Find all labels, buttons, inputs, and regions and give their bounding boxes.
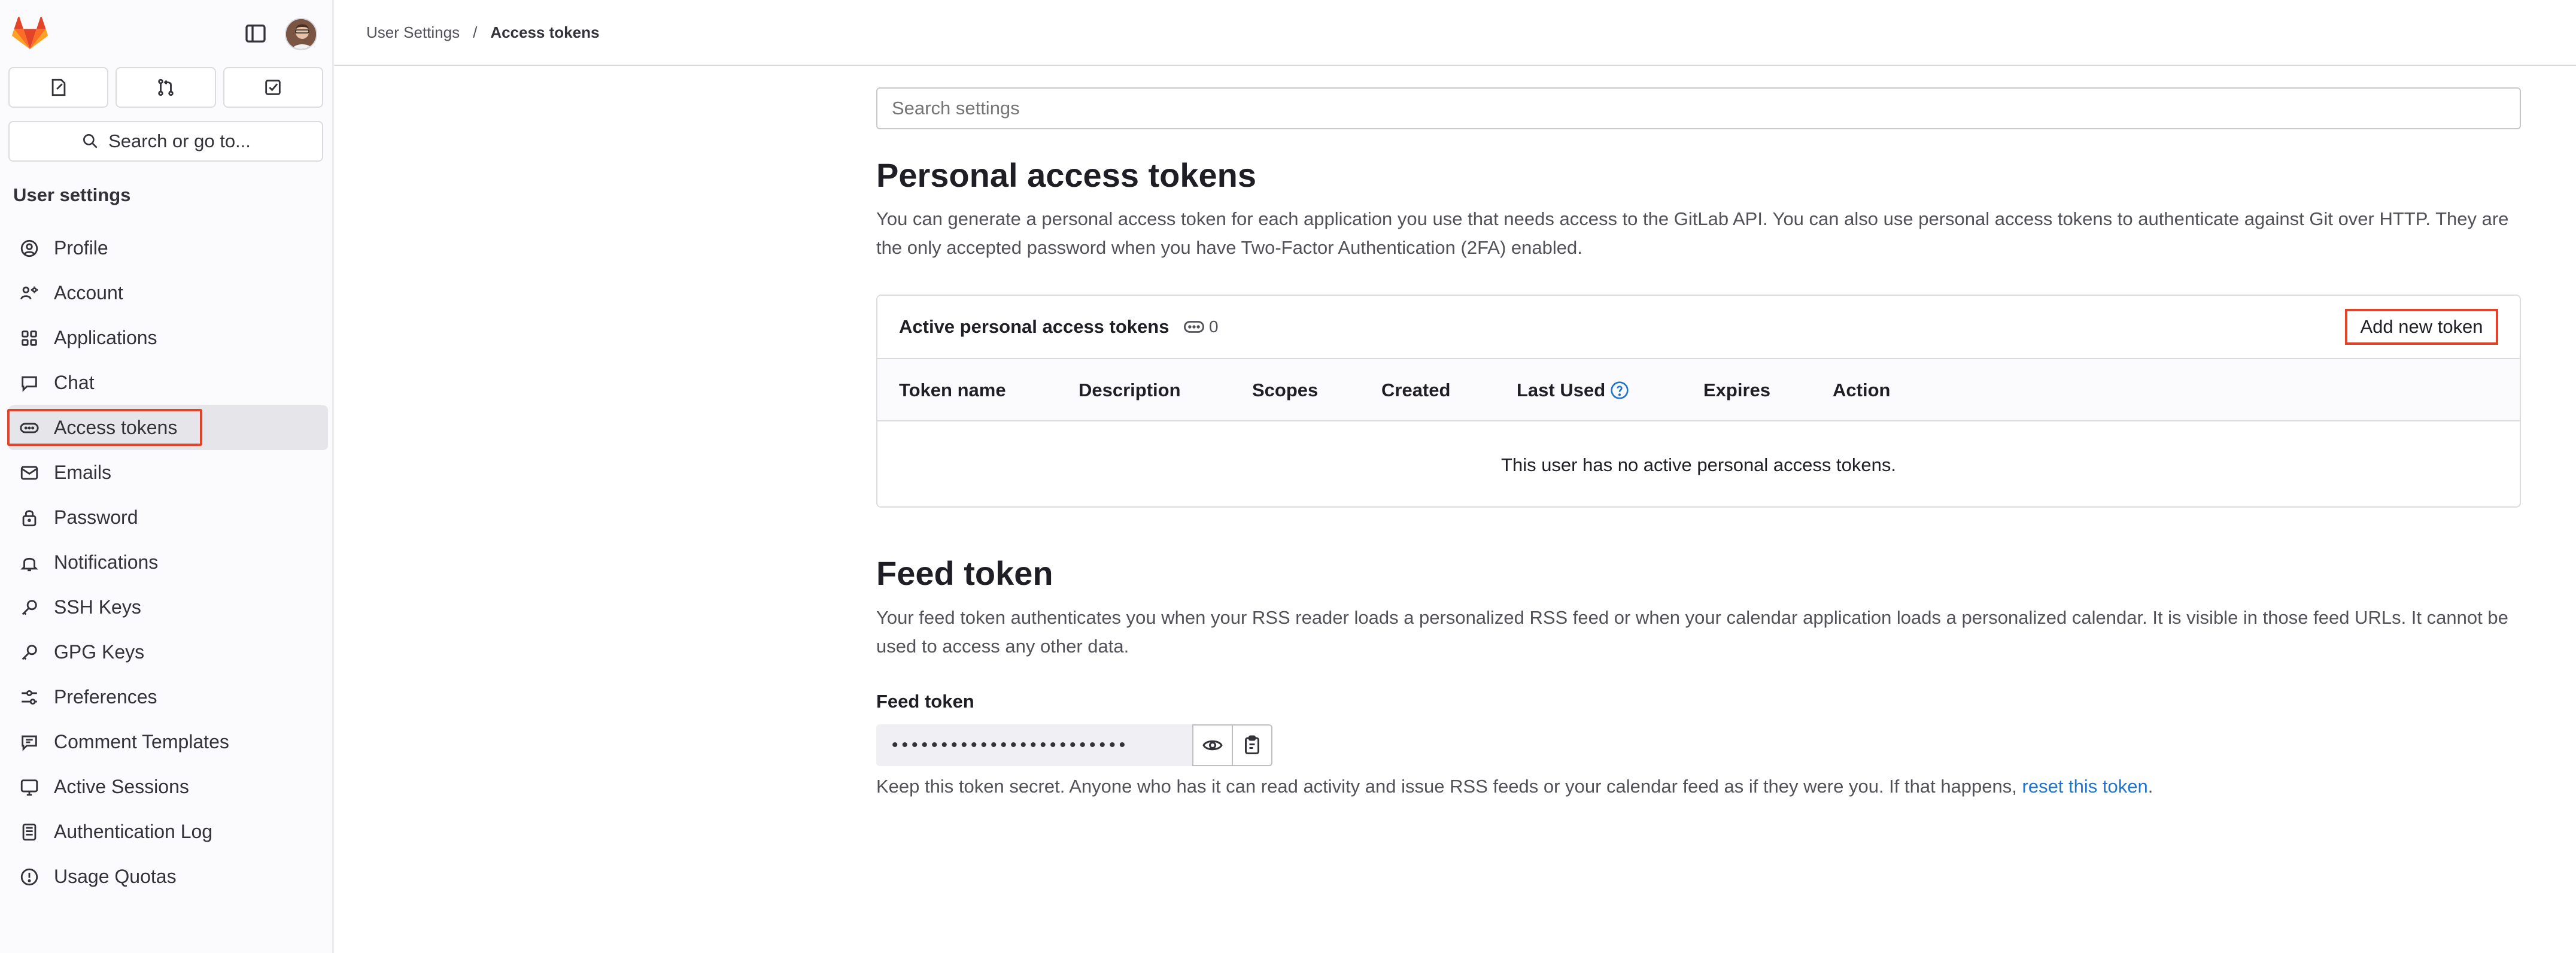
sidebar-item-profile[interactable]: Profile <box>8 226 328 271</box>
search-or-go-button[interactable]: Search or go to... <box>8 121 323 162</box>
merge-requests-button[interactable] <box>116 67 216 108</box>
merge-request-icon <box>158 78 174 96</box>
quick-actions <box>8 67 323 108</box>
add-new-token-button[interactable]: Add new token <box>2345 309 2498 345</box>
feed-token-title: Feed token <box>876 554 1053 592</box>
sidebar-item-usage-quotas[interactable]: Usage Quotas <box>8 854 328 899</box>
sidebar-item-access-tokens[interactable]: Access tokens <box>7 405 328 450</box>
sidebar-item-label: GPG Keys <box>54 641 145 663</box>
gitlab-logo-icon[interactable] <box>12 17 48 50</box>
feed-token-field[interactable]: •••••••••••••••••••••••• <box>876 724 1192 766</box>
sidebar-item-gpg-keys[interactable]: GPG Keys <box>8 630 328 675</box>
search-settings-input[interactable] <box>876 87 2521 129</box>
feed-token-help: Keep this token secret. Anyone who has i… <box>876 776 2153 797</box>
feed-token-label: Feed token <box>876 691 974 712</box>
user-avatar[interactable] <box>285 18 317 50</box>
sidebar-item-label: Authentication Log <box>54 821 213 842</box>
monitor-icon <box>18 776 41 799</box>
lock-icon <box>18 506 41 529</box>
column-header-token-name[interactable]: Token name <box>899 380 1006 401</box>
page-description: You can generate a personal access token… <box>876 208 2509 258</box>
card-header: Active personal access tokens 0 Add new … <box>877 296 2520 359</box>
comment-icon <box>18 731 41 754</box>
breadcrumb: User Settings / Access tokens <box>334 0 2576 66</box>
sidebar-item-label: Preferences <box>54 686 157 708</box>
sidebar-item-label: Chat <box>54 372 95 393</box>
search-icon <box>83 134 98 148</box>
account-icon <box>18 282 41 305</box>
sidebar-item-ssh-keys[interactable]: SSH Keys <box>8 585 328 630</box>
help-text-end: . <box>2147 776 2153 797</box>
sidebar-item-notifications[interactable]: Notifications <box>8 540 328 585</box>
active-tokens-card: Active personal access tokens 0 Add new … <box>876 295 2521 508</box>
sidebar-nav: Profile Account Applications Chat Access… <box>7 226 328 899</box>
key-icon <box>18 596 41 619</box>
sidebar-item-label: Notifications <box>54 551 159 573</box>
empty-state-row: This user has no active personal access … <box>877 421 2520 506</box>
sidebar-item-label: Password <box>54 506 138 528</box>
log-icon <box>18 821 41 843</box>
sidebar-item-preferences[interactable]: Preferences <box>8 675 328 720</box>
sidebar-header <box>0 0 332 66</box>
column-header-last-used[interactable]: Last Used <box>1517 380 1629 401</box>
sidebar-heading: User settings <box>13 184 131 205</box>
column-header-label: Last Used <box>1517 380 1606 400</box>
todo-icon <box>265 80 281 95</box>
feed-token-description: Your feed token authenticates you when y… <box>876 607 2508 657</box>
sidebar-item-label: Usage Quotas <box>54 866 177 887</box>
column-header-scopes[interactable]: Scopes <box>1252 380 1318 401</box>
todos-button[interactable] <box>223 67 323 108</box>
search-or-go-label: Search or go to... <box>108 130 251 151</box>
sidebar-item-label: Active Sessions <box>54 776 189 797</box>
issues-button[interactable] <box>8 67 109 108</box>
key-icon <box>18 641 41 664</box>
column-header-description[interactable]: Description <box>1079 380 1181 401</box>
breadcrumb-parent-link[interactable]: User Settings <box>366 23 460 42</box>
sidebar-item-emails[interactable]: Emails <box>8 450 328 495</box>
sidebar-item-active-sessions[interactable]: Active Sessions <box>8 764 328 809</box>
reveal-token-button[interactable] <box>1192 724 1233 766</box>
token-icon <box>1184 321 1204 333</box>
token-count: 0 <box>1209 317 1219 336</box>
clipboard-icon <box>1245 735 1259 754</box>
quota-icon <box>18 866 41 888</box>
column-header-created[interactable]: Created <box>1381 380 1450 401</box>
sidebar-item-password[interactable]: Password <box>8 495 328 540</box>
sidebar-item-label: SSH Keys <box>54 596 141 618</box>
reset-token-link[interactable]: reset this token <box>2022 776 2148 797</box>
sidebar-item-applications[interactable]: Applications <box>8 315 328 360</box>
sidebar-item-chat[interactable]: Chat <box>8 360 328 405</box>
bell-icon <box>18 551 41 574</box>
sidebar-item-comment-templates[interactable]: Comment Templates <box>8 720 328 764</box>
column-header-action: Action <box>1833 380 1891 400</box>
issues-icon <box>51 78 65 96</box>
sidebar: Search or go to... User settings Profile… <box>0 0 334 953</box>
token-icon <box>18 417 41 439</box>
sidebar-item-authentication-log[interactable]: Authentication Log <box>8 809 328 854</box>
chat-icon <box>18 372 41 394</box>
profile-icon <box>18 237 41 260</box>
preferences-icon <box>18 686 41 709</box>
sidebar-item-label: Applications <box>54 327 157 348</box>
sidebar-item-label: Comment Templates <box>54 731 229 752</box>
page-title: Personal access tokens <box>876 156 1257 194</box>
card-title: Active personal access tokens <box>899 316 1169 337</box>
sidebar-toggle-icon[interactable] <box>242 22 269 45</box>
help-icon[interactable] <box>1610 381 1629 400</box>
breadcrumb-current[interactable]: Access tokens <box>490 23 599 42</box>
sidebar-item-label: Emails <box>54 462 112 483</box>
applications-icon <box>18 327 41 350</box>
column-header-expires[interactable]: Expires <box>1703 380 1770 401</box>
breadcrumb-separator: / <box>473 23 478 41</box>
mail-icon <box>18 462 41 484</box>
copy-token-button[interactable] <box>1232 724 1272 766</box>
sidebar-item-label: Profile <box>54 237 108 259</box>
sidebar-item-account[interactable]: Account <box>8 271 328 315</box>
sidebar-item-label: Access tokens <box>54 417 178 438</box>
sidebar-item-label: Account <box>54 282 123 303</box>
table-header: Token name Description Scopes Created La… <box>877 359 2520 421</box>
help-text: Keep this token secret. Anyone who has i… <box>876 776 2022 797</box>
eye-icon <box>1202 740 1223 751</box>
token-count-badge: 0 <box>1184 317 1219 336</box>
